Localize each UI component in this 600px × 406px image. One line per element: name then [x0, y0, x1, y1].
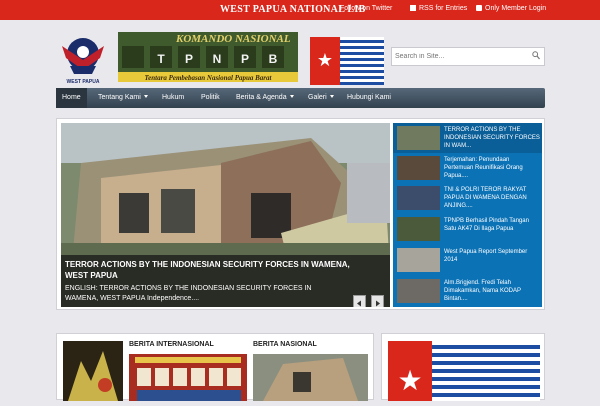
- section-title-nasional[interactable]: BERITA NASIONAL: [253, 341, 317, 348]
- tpnpb-logo: WEST PAPUA KOMANDO NASIONAL T P N P B Te…: [62, 32, 298, 85]
- news-image-internasional[interactable]: [63, 341, 123, 401]
- nav-hukum[interactable]: Hukum: [162, 88, 184, 108]
- sidebar-widget: ★: [381, 333, 545, 401]
- news-image-poster[interactable]: [129, 354, 247, 401]
- nav-home-label: Home: [62, 94, 81, 101]
- thumb-title: West Papua Report September 2014: [444, 249, 528, 263]
- news-image-nasional[interactable]: [253, 354, 368, 401]
- rss-link[interactable]: RSS for Entries: [410, 5, 467, 12]
- chevron-down-icon: [143, 95, 148, 98]
- search-box: [391, 47, 545, 66]
- morning-star-flag: ★: [310, 37, 384, 85]
- svg-text:P: P: [241, 52, 249, 66]
- star-icon: ★: [397, 365, 423, 396]
- thumb-title: Terjemahan: Penundaan Pertemuan Reunifik…: [444, 157, 523, 179]
- thumb-title: TERROR ACTIONS BY THE INDONESIAN SECURIT…: [444, 127, 540, 149]
- follow-twitter-label: Follow on Twitter: [340, 5, 393, 12]
- top-bar: WEST PAPUA NATIONAL LIB Follow on Twitte…: [0, 0, 600, 20]
- svg-text:P: P: [185, 52, 193, 66]
- news-photo: [63, 341, 123, 401]
- slider-thumb[interactable]: Alm.Brigjend. Fredi Telah Dimakamkan, Na…: [393, 276, 542, 306]
- svg-text:B: B: [269, 52, 278, 66]
- member-login-link[interactable]: Only Member Login: [476, 5, 546, 12]
- thumb-image: [397, 217, 440, 241]
- rss-icon: [410, 5, 416, 11]
- site-logo[interactable]: WEST PAPUA KOMANDO NASIONAL T P N P B Te…: [56, 30, 301, 88]
- nav-hubungi-kami-label: Hubungi Kami: [347, 94, 391, 101]
- slider-thumb[interactable]: TNI & POLRI TEROR RAKYAT PAPUA DI WAMENA…: [393, 183, 542, 213]
- chevron-down-icon: [289, 95, 294, 98]
- svg-text:KOMANDO NASIONAL: KOMANDO NASIONAL: [175, 33, 291, 45]
- thumb-image: [397, 186, 440, 210]
- nav-home[interactable]: Home: [56, 88, 87, 108]
- thumb-title: Alm.Brigjend. Fredi Telah Dimakamkan, Na…: [444, 280, 521, 302]
- slider-prev-button[interactable]: [353, 295, 366, 307]
- chevron-left-icon: [357, 300, 361, 307]
- sidebar-flag-image: ★: [388, 341, 540, 401]
- thumb-title: TPNPB Berhasil Pindah Tangan Satu AK47 D…: [444, 218, 529, 232]
- chevron-right-icon: [376, 300, 380, 307]
- slider-next-button[interactable]: [371, 295, 384, 307]
- thumb-image: [397, 248, 440, 272]
- nav-tentang-kami-label: Tentang Kami: [98, 94, 141, 101]
- nav-politik[interactable]: Politik: [201, 88, 220, 108]
- thumb-image: [397, 279, 440, 303]
- svg-text:WEST PAPUA: WEST PAPUA: [67, 79, 100, 85]
- search-icon[interactable]: [532, 51, 540, 60]
- nasional-photo: [253, 354, 368, 401]
- news-section: BERITA INTERNASIONAL BERITA NASIONAL: [56, 333, 374, 401]
- member-login-label: Only Member Login: [485, 5, 547, 12]
- nav-hukum-label: Hukum: [162, 94, 185, 101]
- slider-thumb[interactable]: Terjemahan: Penundaan Pertemuan Reunifik…: [393, 153, 542, 183]
- chevron-down-icon: [329, 95, 334, 98]
- nav-berita-agenda[interactable]: Berita & Agenda: [236, 88, 294, 108]
- poster-photo: [129, 354, 247, 401]
- svg-text:T: T: [157, 52, 165, 66]
- lock-icon: [476, 5, 482, 11]
- main-nav: Home Tentang Kami Hukum Politik Berita &…: [56, 88, 545, 108]
- nav-politik-label: Politik: [201, 94, 220, 101]
- svg-text:Tentara Pembebasan Nasional Pa: Tentara Pembebasan Nasional Papua Barat: [145, 74, 273, 82]
- slide-caption: TERROR ACTIONS BY THE INDONESIAN SECURIT…: [61, 255, 390, 307]
- slider-thumb[interactable]: TPNPB Berhasil Pindah Tangan Satu AK47 D…: [393, 214, 542, 244]
- nav-galeri-label: Galeri: [308, 94, 327, 101]
- thumb-title: TNI & POLRI TEROR RAKYAT PAPUA DI WAMENA…: [444, 187, 527, 209]
- search-input[interactable]: [395, 50, 525, 63]
- slider-thumb[interactable]: TERROR ACTIONS BY THE INDONESIAN SECURIT…: [393, 123, 542, 153]
- nav-galeri[interactable]: Galeri: [308, 88, 334, 108]
- star-icon: ★: [316, 50, 334, 70]
- slider-thumb[interactable]: West Papua Report September 2014: [393, 245, 542, 275]
- slide-image[interactable]: TERROR ACTIONS BY THE INDONESIAN SECURIT…: [61, 123, 390, 307]
- section-title-internasional[interactable]: BERITA INTERNASIONAL: [129, 341, 214, 348]
- nav-hubungi-kami[interactable]: Hubungi Kami: [347, 88, 391, 108]
- featured-slider: TERROR ACTIONS BY THE INDONESIAN SECURIT…: [56, 118, 545, 310]
- svg-text:N: N: [213, 52, 222, 66]
- slide-title[interactable]: TERROR ACTIONS BY THE INDONESIAN SECURIT…: [65, 259, 365, 281]
- slide-excerpt: ENGLISH: TERROR ACTIONS BY THE INDONESIA…: [65, 285, 312, 302]
- thumb-image: [397, 126, 440, 150]
- nav-tentang-kami[interactable]: Tentang Kami: [98, 88, 148, 108]
- nav-berita-agenda-label: Berita & Agenda: [236, 94, 287, 101]
- slider-thumb-list: TERROR ACTIONS BY THE INDONESIAN SECURIT…: [393, 123, 542, 307]
- thumb-image: [397, 156, 440, 180]
- follow-twitter-link[interactable]: Follow on Twitter: [340, 5, 392, 12]
- rss-label: RSS for Entries: [419, 5, 468, 12]
